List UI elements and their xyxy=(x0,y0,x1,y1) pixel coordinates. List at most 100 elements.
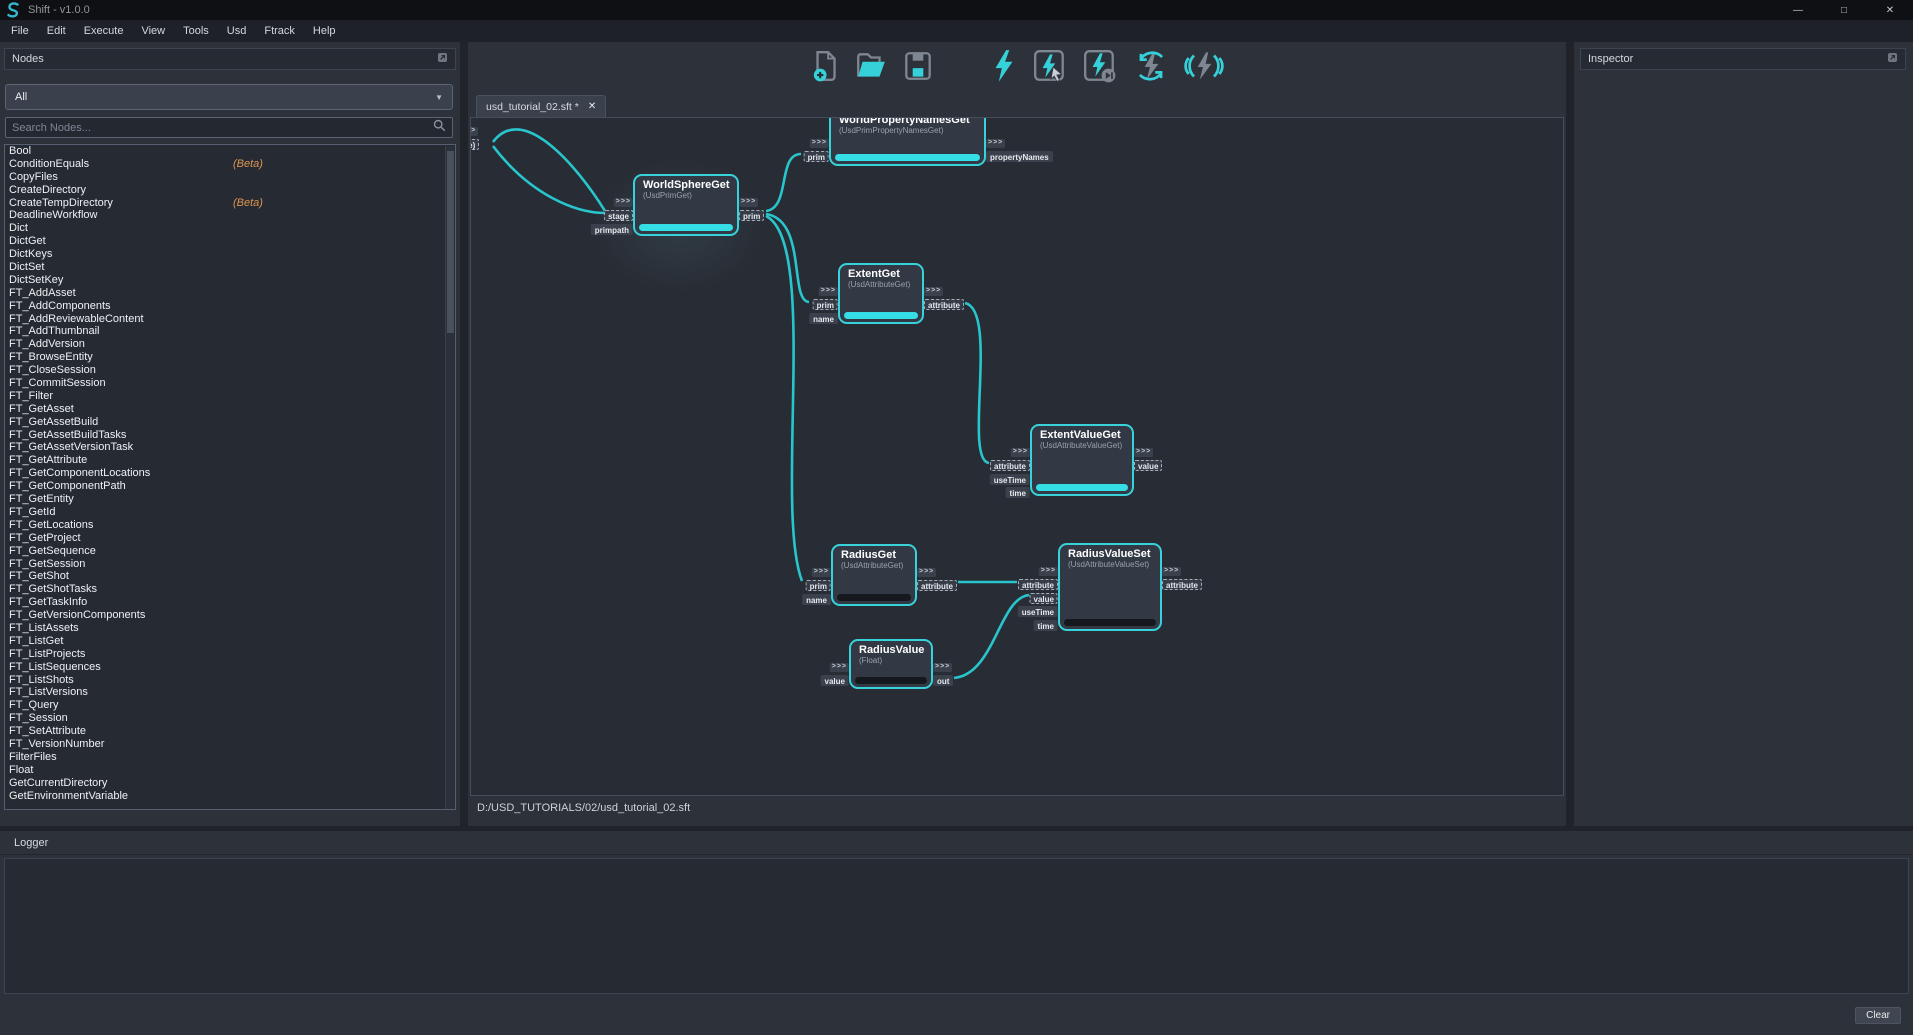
refresh-execution-button[interactable] xyxy=(1132,48,1170,89)
graph-node-radius_value[interactable]: RadiusValue(Float)>>>value>>>out xyxy=(849,639,933,689)
node-list-item[interactable]: FT_GetAttribute xyxy=(5,454,455,467)
node-list-item[interactable]: DeadlineWorkflow xyxy=(5,209,455,222)
output-port-attribute[interactable]: attribute xyxy=(917,580,957,591)
menu-usd[interactable]: Usd xyxy=(218,20,256,42)
output-port-attribute[interactable]: attribute xyxy=(1162,579,1202,590)
node-list-item[interactable]: FT_AddVersion xyxy=(5,338,455,351)
node-list-item[interactable]: FT_AddThumbnail xyxy=(5,325,455,338)
input-port-name[interactable]: name xyxy=(802,594,831,605)
execute-from-selected-button[interactable] xyxy=(1082,48,1118,89)
wire-offscreen.stage-to-world_sphere_get.stage[interactable] xyxy=(493,129,605,211)
node-search-box[interactable] xyxy=(5,117,453,138)
node-list-scrollbar[interactable] xyxy=(445,146,454,809)
input-port-value[interactable]: value xyxy=(1030,593,1058,604)
wire-extent_get.attribute-to-extent_value_get.attribute[interactable] xyxy=(965,303,989,463)
graph-node-radius_value_set[interactable]: RadiusValueSet(UsdAttributeValueSet)>>>a… xyxy=(1058,543,1162,631)
menu-view[interactable]: View xyxy=(132,20,174,42)
node-list-item[interactable]: Bool xyxy=(5,145,455,158)
output-port-value[interactable]: value xyxy=(1134,460,1162,471)
input-port-value[interactable]: value xyxy=(821,675,849,686)
graph-node-world_property_names_get[interactable]: WorldPropertyNamesGet(UsdPrimPropertyNam… xyxy=(829,117,986,166)
clear-logger-button[interactable]: Clear xyxy=(1855,1007,1901,1024)
node-list-item[interactable]: FT_GetLocations xyxy=(5,519,455,532)
node-list-item[interactable]: CopyFiles xyxy=(5,171,455,184)
graph-node-world_sphere_get[interactable]: WorldSphereGet(UsdPrimGet)>>>stageprimpa… xyxy=(633,174,739,236)
input-port-prim[interactable]: prim xyxy=(806,580,831,591)
node-list-item[interactable]: GetCurrentDirectory xyxy=(5,777,455,790)
node-list-item[interactable]: FT_GetVersionComponents xyxy=(5,609,455,622)
node-list-item[interactable]: FT_GetAssetBuild xyxy=(5,416,455,429)
node-list-item[interactable]: CreateTempDirectory(Beta) xyxy=(5,197,455,210)
popout-icon[interactable] xyxy=(437,50,448,68)
node-list-item[interactable]: FT_ListAssets xyxy=(5,622,455,635)
node-list-item[interactable]: FilterFiles xyxy=(5,751,455,764)
node-list-item[interactable]: FT_ListGet xyxy=(5,635,455,648)
execute-graph-button[interactable] xyxy=(990,48,1018,89)
tab-close-icon[interactable]: ✕ xyxy=(588,101,596,112)
node-list-item[interactable]: FT_GetAsset xyxy=(5,403,455,416)
node-list-item[interactable]: FT_AddComponents xyxy=(5,300,455,313)
input-port-primpath[interactable]: primpath xyxy=(591,224,633,235)
input-port-attribute[interactable]: attribute xyxy=(1018,579,1058,590)
menu-execute[interactable]: Execute xyxy=(75,20,133,42)
node-filter-dropdown[interactable]: All ▼ xyxy=(5,84,453,110)
node-list-item[interactable]: FT_CommitSession xyxy=(5,377,455,390)
node-list-item[interactable]: FT_ListShots xyxy=(5,674,455,687)
input-port-time[interactable]: time xyxy=(1034,620,1058,631)
node-list-item[interactable]: Float xyxy=(5,764,455,777)
node-list-item[interactable]: FT_ListSequences xyxy=(5,661,455,674)
output-port-prim[interactable]: prim xyxy=(739,210,764,221)
menu-edit[interactable]: Edit xyxy=(38,20,75,42)
node-list-item[interactable]: FT_GetEntity xyxy=(5,493,455,506)
live-execution-button[interactable] xyxy=(1184,48,1224,89)
output-port-stage[interactable]: (stage) xyxy=(470,139,479,150)
node-list-item[interactable]: DictGet xyxy=(5,235,455,248)
node-list-item[interactable]: DictSetKey xyxy=(5,274,455,287)
new-graph-button[interactable] xyxy=(811,49,840,88)
node-search-input[interactable] xyxy=(12,122,433,134)
output-port-out[interactable]: out xyxy=(933,675,953,686)
node-list-item[interactable]: CreateDirectory xyxy=(5,184,455,197)
open-graph-button[interactable] xyxy=(854,49,888,88)
menu-tools[interactable]: Tools xyxy=(174,20,218,42)
node-graph-canvas[interactable]: WorldPropertyNamesGet(UsdPrimPropertyNam… xyxy=(470,117,1564,796)
node-list-item[interactable]: FT_GetProject xyxy=(5,532,455,545)
node-list-item[interactable]: FT_SetAttribute xyxy=(5,725,455,738)
input-port-time[interactable]: time xyxy=(1006,487,1030,498)
node-list-item[interactable]: FT_GetSession xyxy=(5,558,455,571)
input-port-stage[interactable]: stage xyxy=(604,210,633,221)
node-list-item[interactable]: FT_GetAssetVersionTask xyxy=(5,441,455,454)
input-port-prim[interactable]: prim xyxy=(804,151,829,162)
node-list-item[interactable]: FT_GetShotTasks xyxy=(5,583,455,596)
node-list-item[interactable]: FT_VersionNumber xyxy=(5,738,455,751)
graph-node-extent_value_get[interactable]: ExtentValueGet(UsdAttributeValueGet)>>>a… xyxy=(1030,424,1134,496)
node-list-item[interactable]: FT_AddAsset xyxy=(5,287,455,300)
node-list-item[interactable]: FT_GetComponentLocations xyxy=(5,467,455,480)
output-port-propertyNames[interactable]: propertyNames xyxy=(986,151,1053,162)
node-list-item[interactable]: FT_GetTaskInfo xyxy=(5,596,455,609)
input-port-attribute[interactable]: attribute xyxy=(990,460,1030,471)
node-list-item[interactable]: FT_GetId xyxy=(5,506,455,519)
menu-ftrack[interactable]: Ftrack xyxy=(255,20,304,42)
output-port-attribute[interactable]: attribute xyxy=(924,299,964,310)
node-list-item[interactable]: FT_GetSequence xyxy=(5,545,455,558)
save-graph-button[interactable] xyxy=(902,49,934,88)
minimize-window-button[interactable]: — xyxy=(1775,0,1821,20)
node-list-item[interactable]: FT_GetShot xyxy=(5,570,455,583)
scrollbar-thumb[interactable] xyxy=(447,151,454,333)
node-list-item[interactable]: FT_Session xyxy=(5,712,455,725)
tab-usd-tutorial-02[interactable]: usd_tutorial_02.sft * ✕ xyxy=(476,95,606,117)
node-list-item[interactable]: FT_Filter xyxy=(5,390,455,403)
graph-node-extent_get[interactable]: ExtentGet(UsdAttributeGet)>>>primname>>>… xyxy=(838,263,924,324)
menu-file[interactable]: File xyxy=(2,20,38,42)
node-list-item[interactable]: Dict xyxy=(5,222,455,235)
node-list-item[interactable]: FT_BrowseEntity xyxy=(5,351,455,364)
node-list-item[interactable]: FT_GetAssetBuildTasks xyxy=(5,429,455,442)
node-list-item[interactable]: DictSet xyxy=(5,261,455,274)
node-list-item[interactable]: FT_Query xyxy=(5,699,455,712)
close-window-button[interactable]: ✕ xyxy=(1867,0,1913,20)
execute-selected-button[interactable] xyxy=(1032,48,1068,89)
node-list-item[interactable]: ConditionEquals(Beta) xyxy=(5,158,455,171)
input-port-useTime[interactable]: useTime xyxy=(990,474,1030,485)
node-list-item[interactable]: DictKeys xyxy=(5,248,455,261)
